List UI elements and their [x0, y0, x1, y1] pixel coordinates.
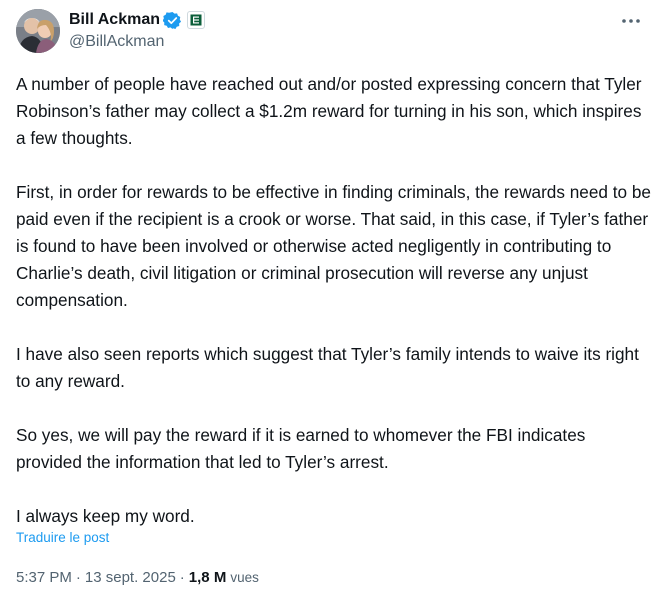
post-meta: 5:37 PM · 13 sept. 2025 · 1,8 M vues	[16, 569, 259, 586]
affiliate-badge-icon[interactable]	[187, 11, 205, 29]
meta-separator: ·	[179, 569, 185, 586]
views-label: vues	[230, 570, 259, 585]
verified-badge-icon[interactable]	[162, 11, 182, 30]
post-text: A number of people have reached out and/…	[16, 71, 652, 530]
meta-separator: ·	[75, 569, 81, 586]
post-time[interactable]: 5:37 PM	[16, 569, 72, 586]
more-options-button[interactable]	[614, 11, 648, 31]
tweet-header: Bill Ackman @BillAckman	[16, 7, 648, 55]
post-paragraph: First, in order for rewards to be effect…	[16, 182, 651, 310]
post-paragraph: So yes, we will pay the reward if it is …	[16, 425, 586, 472]
tweet-card: Bill Ackman @BillAckman A number of peop…	[0, 0, 660, 599]
author-handle[interactable]: @BillAckman	[69, 32, 205, 52]
more-horizontal-icon	[622, 19, 640, 23]
post-paragraph: I always keep my word.	[16, 506, 195, 526]
post-date[interactable]: 13 sept. 2025	[85, 569, 176, 586]
views-count[interactable]: 1,8 M	[189, 569, 227, 586]
translate-post-link[interactable]: Traduire le post	[16, 530, 109, 545]
author-block: Bill Ackman @BillAckman	[69, 9, 205, 52]
post-paragraph: A number of people have reached out and/…	[16, 74, 642, 148]
author-display-name[interactable]: Bill Ackman	[69, 10, 160, 30]
avatar[interactable]	[16, 9, 60, 53]
name-row: Bill Ackman	[69, 9, 205, 31]
post-paragraph: I have also seen reports which suggest t…	[16, 344, 639, 391]
